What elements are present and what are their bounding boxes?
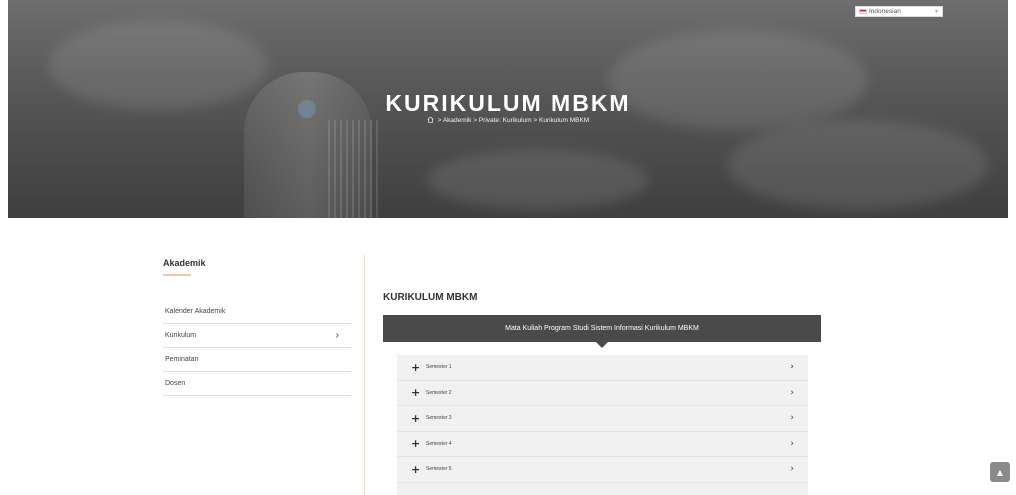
plus-icon: +	[411, 437, 421, 451]
chevron-right-icon: ›	[790, 413, 794, 424]
breadcrumb-current: Kurikulum MBKM	[538, 117, 590, 124]
accordion-label: Semester 1	[426, 364, 452, 371]
accordion-label: Semester 4	[426, 440, 452, 447]
indonesia-flag-icon	[859, 9, 867, 14]
accordion-item-semester-2[interactable]: + Semester 2 ›	[397, 381, 808, 406]
sidebar-item-kurikulum[interactable]: Kurikulum ›	[163, 324, 351, 348]
semester-accordion: + Semester 1 › + Semester 2 › + Semester…	[397, 355, 808, 495]
background-cloud	[428, 150, 648, 210]
home-icon[interactable]	[427, 116, 434, 123]
accordion-item-semester-5[interactable]: + Semester 5 ›	[397, 457, 808, 483]
chevron-right-icon: ›	[790, 464, 794, 475]
chevron-down-icon: ▼	[934, 8, 939, 15]
accordion-item-semester-3[interactable]: + Semester 3 ›	[397, 406, 808, 432]
sidebar-item-dosen[interactable]: Dosen	[163, 372, 351, 396]
background-cloud	[728, 120, 988, 210]
sidebar-title: Akademik	[163, 258, 206, 268]
breadcrumb-akademik[interactable]: Akademik	[443, 117, 472, 124]
banner-pointer	[596, 342, 608, 348]
accordion-label: Semester 5	[426, 466, 452, 473]
banner-text: Mata Kuliah Program Studi Sistem Informa…	[505, 325, 699, 332]
sidebar-item-label: Peminatan	[165, 356, 199, 363]
sidebar-list: Kalender Akademik Kurikulum › Peminatan …	[163, 300, 351, 396]
accordion-item-semester-4[interactable]: + Semester 4 ›	[397, 432, 808, 457]
breadcrumb-separator: >	[533, 117, 538, 124]
section-title: KURIKULUM MBKM	[383, 292, 478, 303]
background-tower-stripes	[328, 120, 380, 218]
column-divider	[364, 255, 365, 495]
plus-icon: +	[411, 386, 421, 400]
page-title: KURIKULUM MBKM	[385, 90, 631, 116]
breadcrumb-separator: >	[437, 117, 442, 124]
chevron-right-icon: ›	[335, 330, 339, 341]
plus-icon: +	[411, 462, 421, 476]
curriculum-banner: Mata Kuliah Program Studi Sistem Informa…	[383, 315, 821, 342]
back-to-top-button[interactable]: ▲	[990, 462, 1010, 482]
sidebar-item-label: Dosen	[165, 380, 186, 387]
sidebar-item-label: Kalender Akademik	[165, 308, 226, 315]
chevron-right-icon: ›	[790, 362, 794, 373]
chevron-right-icon: ›	[790, 438, 794, 449]
sidebar-title-underline	[163, 274, 191, 276]
chevron-up-icon: ▲	[996, 467, 1004, 477]
sidebar: Akademik Kalender Akademik Kurikulum › P…	[163, 258, 351, 396]
breadcrumb-separator: >	[473, 117, 477, 124]
language-selected: Indonesian	[869, 8, 901, 15]
sidebar-item-label: Kurikulum	[165, 332, 197, 339]
language-select[interactable]: Indonesian ▼	[855, 6, 943, 17]
chevron-right-icon: ›	[790, 387, 794, 398]
accordion-label: Semester 3	[426, 415, 452, 422]
hero-banner: KURIKULUM MBKM > Akademik > Private: Kur…	[8, 0, 1008, 218]
breadcrumb: > Akademik > Private: Kurikulum > Kuriku…	[8, 116, 1008, 124]
sidebar-item-peminatan[interactable]: Peminatan	[163, 348, 351, 372]
accordion-item-semester-1[interactable]: + Semester 1 ›	[397, 355, 808, 381]
plus-icon: +	[411, 411, 421, 425]
sidebar-item-kalender-akademik[interactable]: Kalender Akademik	[163, 300, 351, 324]
breadcrumb-kurikulum[interactable]: Private: Kurikulum	[479, 117, 532, 124]
plus-icon: +	[411, 360, 421, 374]
accordion-label: Semester 2	[426, 389, 452, 396]
